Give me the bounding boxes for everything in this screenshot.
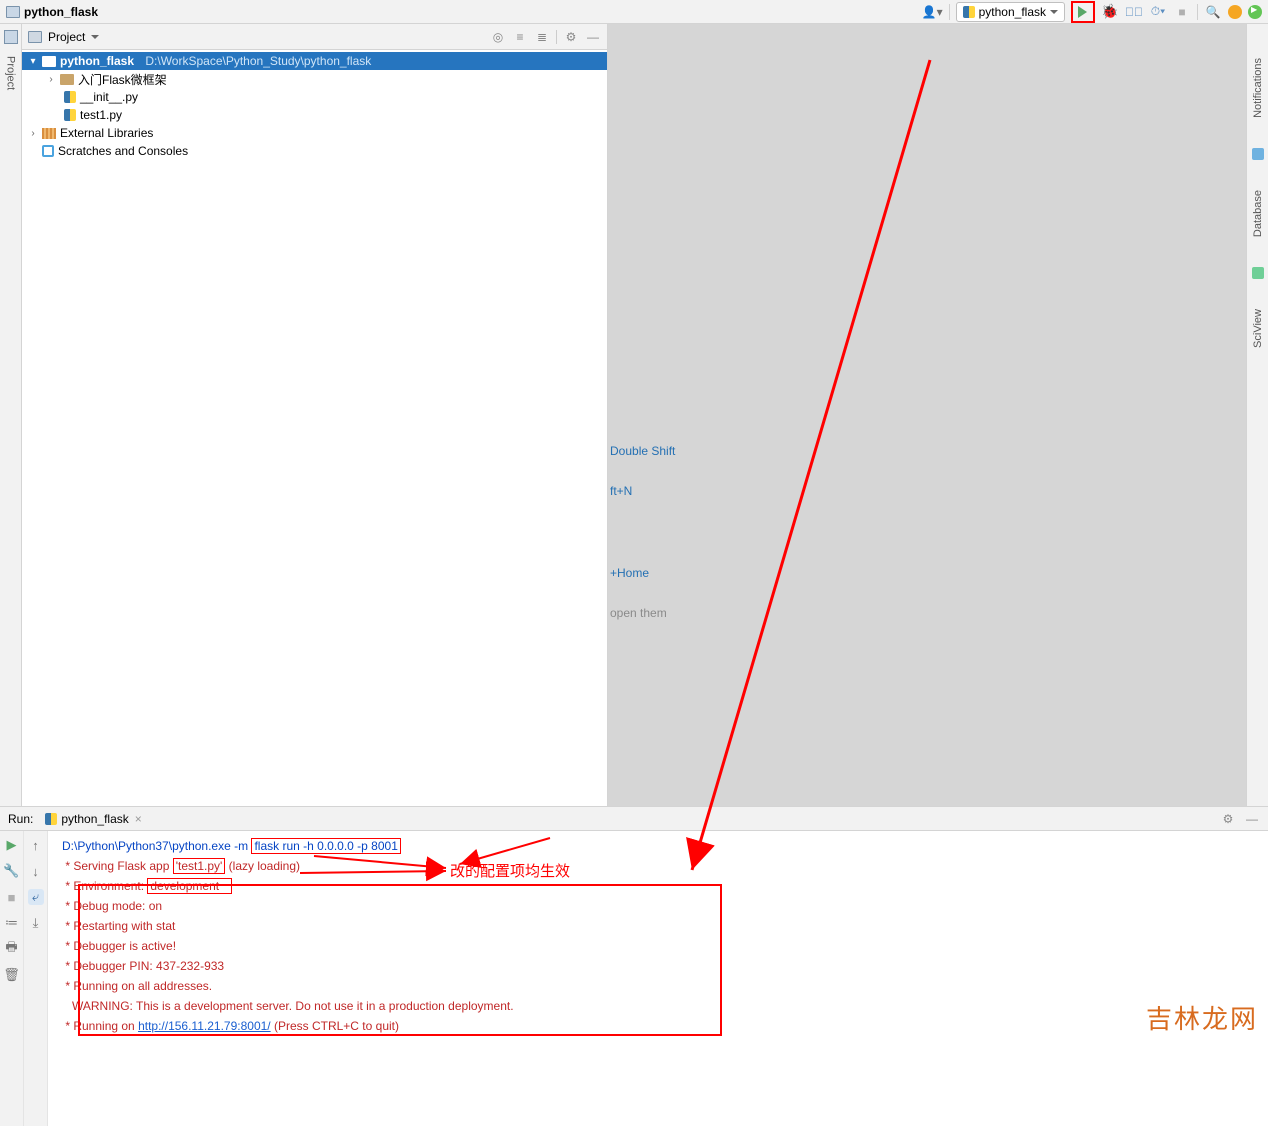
project-pane-header: Project ◎ ≡ ≣ ⚙ — [22, 24, 607, 50]
python-icon [45, 813, 57, 825]
run-anything-icon[interactable] [1248, 5, 1262, 19]
search-icon[interactable]: 🔍 [1204, 3, 1222, 21]
separator [1197, 4, 1198, 20]
hint-line: open them [608, 606, 1226, 620]
tree-label: Scratches and Consoles [58, 144, 188, 158]
python-icon [963, 6, 975, 18]
gear-icon[interactable]: ⚙ [1220, 811, 1236, 827]
python-file-icon [64, 91, 76, 103]
right-gutter: Notifications Database SciView [1246, 24, 1268, 806]
folder-icon [60, 74, 74, 85]
print-icon[interactable]: 🖶 [4, 941, 20, 957]
pane-title: Project [48, 30, 85, 44]
hide-icon[interactable]: — [1244, 811, 1260, 827]
tree-label: test1.py [80, 108, 122, 122]
project-name: python_flask [24, 5, 98, 19]
down-icon[interactable]: ↓ [28, 863, 44, 879]
project-tool-window: Project ◎ ≡ ≣ ⚙ — ▾ python_flask D:\Work… [22, 24, 608, 806]
ide-update-icon[interactable] [1228, 5, 1242, 19]
hide-icon[interactable]: — [585, 29, 601, 45]
root-label: python_flask [60, 54, 134, 68]
chevron-down-icon[interactable]: ▾ [28, 56, 38, 67]
tree-label: 入门Flask微框架 [78, 71, 167, 88]
editor-hints: Double Shift ft+N +Home open them [608, 444, 1226, 646]
separator [949, 4, 950, 20]
tree-label: External Libraries [60, 126, 153, 140]
run-tab[interactable]: python_flask × [41, 810, 145, 828]
project-rail-icon[interactable] [4, 30, 18, 44]
left-gutter: Project [0, 24, 22, 806]
folder-icon [6, 6, 20, 18]
notifications-tab[interactable]: Notifications [1250, 54, 1266, 122]
hint-line: ft+N [608, 484, 1226, 498]
coverage-button[interactable]: �⃕ [1125, 3, 1143, 21]
project-tree[interactable]: ▾ python_flask D:\WorkSpace\Python_Study… [22, 50, 607, 806]
debug-button[interactable]: 🐞 [1101, 3, 1119, 21]
run-side-toolbar: ▶ 🔧 ■ ≔ 🖶 🗑 [0, 831, 24, 1126]
hint-line: +Home [608, 566, 1226, 580]
close-icon[interactable]: × [135, 812, 142, 826]
blank [28, 146, 38, 157]
sciview-icon[interactable] [1252, 267, 1264, 279]
python-file-icon [64, 109, 76, 121]
chevron-down-icon[interactable] [91, 35, 99, 43]
annotation-box [78, 884, 722, 1036]
trash-icon[interactable]: 🗑 [4, 967, 20, 983]
database-icon[interactable] [1252, 148, 1264, 160]
locate-icon[interactable]: ◎ [490, 29, 506, 45]
add-config-icon[interactable]: 👤▾ [922, 3, 943, 21]
tree-folder[interactable]: › 入门Flask微框架 [22, 70, 607, 88]
run-label: Run: [8, 812, 33, 826]
gear-icon[interactable]: ⚙ [563, 29, 579, 45]
config-name: python_flask [979, 5, 1046, 19]
chevron-right-icon[interactable]: › [46, 74, 56, 85]
library-icon [42, 128, 56, 139]
chevron-right-icon[interactable]: › [28, 128, 38, 139]
wrench-icon[interactable]: 🔧 [4, 863, 20, 879]
editor-placeholder: Double Shift ft+N +Home open them [608, 24, 1246, 806]
soft-wrap-icon[interactable]: ⤶ [28, 889, 44, 905]
root-path: D:\WorkSpace\Python_Study\python_flask [145, 54, 371, 68]
folder-icon [28, 31, 42, 43]
run-button[interactable] [1071, 1, 1095, 23]
chevron-down-icon [1050, 10, 1058, 18]
scratches[interactable]: Scratches and Consoles [22, 142, 607, 160]
top-toolbar: python_flask 👤▾ python_flask 🐞 �⃕ ⏱▾ ■ 🔍 [0, 0, 1268, 24]
scratch-icon [42, 145, 54, 157]
database-tab[interactable]: Database [1250, 186, 1266, 241]
breadcrumb: python_flask [6, 5, 916, 19]
tree-label: __init__.py [80, 90, 138, 104]
rerun-icon[interactable]: ▶ [4, 837, 20, 853]
run-tab-label: python_flask [61, 812, 128, 826]
hint-line: Double Shift [608, 444, 1226, 458]
run-header: Run: python_flask × ⚙ — [0, 807, 1268, 831]
watermark: 吉林龙网 [1146, 999, 1258, 1036]
stop-icon[interactable]: ■ [4, 889, 20, 905]
layout-icon[interactable]: ≔ [4, 915, 20, 931]
play-icon [1078, 6, 1093, 18]
run-side-toolbar-2: ↑ ↓ ⤶ ⤓ [24, 831, 48, 1126]
stop-button[interactable]: ■ [1173, 3, 1191, 21]
sciview-tab[interactable]: SciView [1250, 305, 1266, 352]
external-libraries[interactable]: › External Libraries [22, 124, 607, 142]
tree-root[interactable]: ▾ python_flask D:\WorkSpace\Python_Study… [22, 52, 607, 70]
annotation-text: 改的配置项均生效 [450, 860, 570, 881]
project-rail-tab[interactable]: Project [3, 52, 19, 94]
expand-all-icon[interactable]: ≡ [512, 29, 528, 45]
folder-icon [42, 56, 56, 67]
tree-file[interactable]: test1.py [22, 106, 607, 124]
profile-button[interactable]: ⏱▾ [1149, 3, 1167, 21]
up-icon[interactable]: ↑ [28, 837, 44, 853]
scroll-to-end-icon[interactable]: ⤓ [28, 915, 44, 931]
collapse-all-icon[interactable]: ≣ [534, 29, 550, 45]
run-config-dropdown[interactable]: python_flask [956, 2, 1065, 22]
tree-file[interactable]: __init__.py [22, 88, 607, 106]
